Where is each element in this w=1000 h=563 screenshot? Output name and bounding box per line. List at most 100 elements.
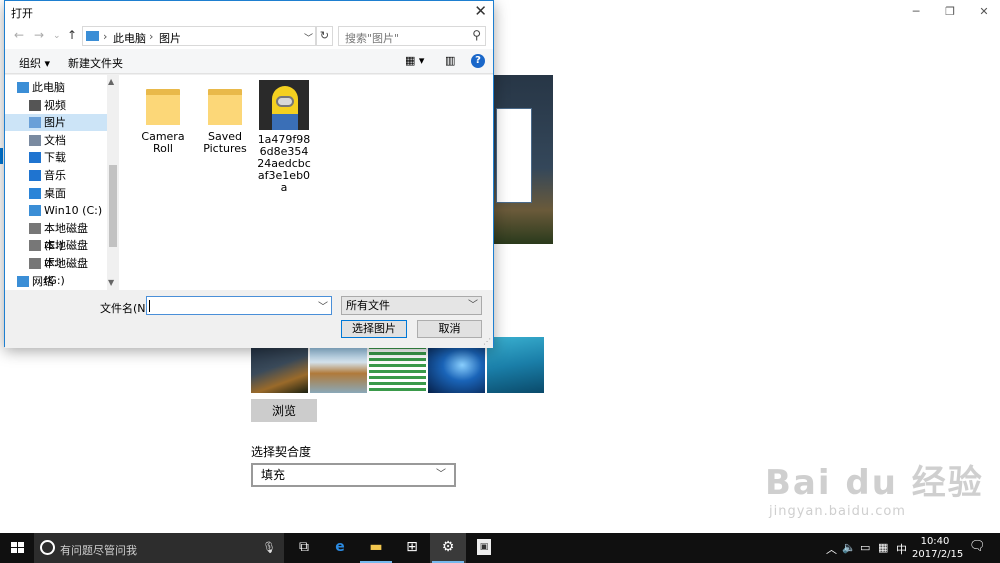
- restore-button[interactable]: ❐: [940, 4, 960, 20]
- taskbar-edge[interactable]: e: [322, 533, 358, 563]
- list-item[interactable]: 1a479f986d8e35424aedcbcaf3e1eb0a: [257, 80, 311, 194]
- network-tray-icon[interactable]: ▦: [878, 541, 888, 554]
- organize-button[interactable]: 组织 ▾: [19, 55, 50, 71]
- dialog-footer: 文件名(N): ﹀ 所有文件 ﹀ 选择图片 取消 ⋰: [5, 290, 493, 348]
- nav-item[interactable]: 本地磁盘 (F:): [5, 237, 107, 269]
- new-folder-button[interactable]: 新建文件夹: [68, 55, 123, 71]
- nav-item[interactable]: 图片: [5, 114, 107, 132]
- browse-button[interactable]: 浏览: [251, 399, 317, 422]
- nav-item[interactable]: 桌面: [5, 185, 107, 202]
- nav-item[interactable]: 此电脑: [5, 79, 107, 96]
- fit-select[interactable]: 填充 ﹀: [251, 463, 456, 487]
- scroll-up-icon[interactable]: ▲: [108, 77, 114, 86]
- battery-icon[interactable]: ▭: [860, 541, 870, 554]
- fit-select-value: 填充: [261, 468, 286, 482]
- filetype-select[interactable]: 所有文件 ﹀: [341, 296, 482, 315]
- fit-label: 选择契合度: [251, 445, 312, 459]
- list-item[interactable]: Saved Pictures: [195, 79, 255, 155]
- chevron-down-icon: ﹀: [436, 469, 446, 480]
- close-icon[interactable]: ✕: [474, 2, 487, 20]
- breadcrumb-sep-icon: ›: [103, 30, 108, 43]
- file-list: Camera Roll Saved Pictures 1a479f986d8e3…: [119, 75, 493, 290]
- nav-scrollbar[interactable]: ▲ ▼: [107, 75, 119, 290]
- preview-pane-icon[interactable]: ▥: [445, 54, 455, 67]
- ime-indicator[interactable]: 中: [896, 541, 907, 557]
- store-icon: ⊞: [406, 539, 418, 555]
- navigation-pane: 此电脑视频图片 文档下载音乐桌面 Win10 (C:) 本地磁盘 (E:) 本地磁盘 (…: [5, 75, 119, 290]
- cancel-button[interactable]: 取消: [417, 320, 482, 338]
- taskbar-search[interactable]: 有问题尽管问我 🎙: [34, 533, 284, 563]
- taskbar: 有问题尽管问我 🎙 ⧉ e ▬ ⊞ ⚙ ▣ ︿ 🔈 ▭ ▦ 中 10:40 20…: [0, 533, 1000, 563]
- video-icon: [29, 99, 41, 111]
- preview-window-frame: [496, 108, 532, 203]
- filename-input[interactable]: ﹀: [146, 296, 332, 315]
- taskbar-settings[interactable]: ⚙: [430, 533, 466, 563]
- file-explorer-icon: ▬: [369, 539, 383, 555]
- back-arrow-icon[interactable]: ←: [14, 28, 24, 42]
- help-icon[interactable]: ?: [471, 54, 485, 68]
- search-icon: ⚲: [472, 28, 481, 42]
- scroll-down-icon[interactable]: ▼: [108, 278, 114, 287]
- breadcrumb-item-pictures[interactable]: 图片: [159, 30, 181, 46]
- chevron-down-icon[interactable]: ﹀: [304, 31, 313, 44]
- wallpaper-thumb-underwater[interactable]: [487, 337, 544, 393]
- taskbar-app[interactable]: ▣: [466, 533, 502, 563]
- pictures-icon: [29, 117, 41, 129]
- taskbar-explorer[interactable]: ▬: [358, 533, 394, 563]
- file-name: 1a479f986d8e35424aedcbcaf3e1eb0a: [257, 133, 311, 194]
- nav-item[interactable]: 本地磁盘 (G:): [5, 255, 107, 287]
- clock[interactable]: 10:40 2017/2/15: [912, 535, 963, 561]
- list-item[interactable]: Camera Roll: [133, 79, 193, 155]
- nav-selection-accent: [0, 148, 3, 164]
- scrollbar-thumb[interactable]: [109, 165, 117, 247]
- nav-item-label: 下载: [44, 151, 66, 165]
- nav-item-label: 视频: [44, 98, 66, 112]
- nav-item-label: 桌面: [44, 186, 66, 200]
- chevron-down-icon: ﹀: [468, 300, 478, 311]
- forward-arrow-icon[interactable]: →: [34, 28, 44, 42]
- tray-expand-icon[interactable]: ︿: [826, 541, 837, 557]
- chevron-down-icon[interactable]: ﹀: [318, 298, 328, 313]
- clock-time: 10:40: [920, 536, 950, 547]
- nav-item[interactable]: 本地磁盘 (E:): [5, 220, 107, 252]
- nav-item[interactable]: 文档: [5, 132, 107, 149]
- minimize-button[interactable]: ─: [906, 4, 926, 20]
- nav-item[interactable]: 网络: [5, 273, 107, 290]
- text-caret: [149, 300, 150, 312]
- nav-item[interactable]: 下载: [5, 149, 107, 166]
- nav-item[interactable]: 视频: [5, 97, 107, 114]
- nav-item[interactable]: Win10 (C:): [5, 202, 107, 219]
- image-thumbnail: [259, 80, 309, 130]
- address-bar[interactable]: › 此电脑 › 图片 ﹀: [82, 26, 316, 46]
- refresh-icon[interactable]: ↻: [316, 26, 333, 46]
- nav-item-label: 网络: [32, 274, 54, 288]
- dialog-toolbar: 组织 ▾ 新建文件夹 ▦ ▾ ▥ ?: [5, 49, 493, 74]
- nav-item-label: Win10 (C:): [44, 204, 103, 218]
- view-options-icon[interactable]: ▦ ▾: [405, 54, 424, 67]
- choose-picture-button[interactable]: 选择图片: [341, 320, 407, 338]
- taskbar-store[interactable]: ⊞: [394, 533, 430, 563]
- volume-icon[interactable]: 🔈: [842, 541, 856, 554]
- address-row: ← → ⌄ ↑ › 此电脑 › 图片 ﹀ ↻ 搜索"图片" ⚲: [5, 23, 493, 49]
- start-button[interactable]: [0, 533, 34, 563]
- task-view-icon: ⧉: [299, 539, 309, 555]
- close-window-button[interactable]: ✕: [974, 4, 994, 20]
- breadcrumb-sep-icon: ›: [149, 30, 154, 43]
- task-view-button[interactable]: ⧉: [286, 533, 322, 563]
- dialog-title: 打开: [11, 7, 33, 20]
- resize-grip-icon[interactable]: ⋰: [483, 337, 491, 346]
- watermark-main: Bai du 经验: [765, 463, 984, 503]
- breadcrumb-item-pc[interactable]: 此电脑: [113, 30, 146, 46]
- notification-icon[interactable]: 🗨: [969, 539, 986, 554]
- nav-item-label: 此电脑: [32, 81, 65, 94]
- folder-icon: [208, 85, 242, 125]
- nav-item[interactable]: 音乐: [5, 167, 107, 184]
- drive-icon: [29, 222, 41, 234]
- up-arrow-icon[interactable]: ↑: [67, 28, 77, 42]
- search-placeholder: 搜索"图片": [345, 32, 400, 45]
- taskbar-search-text: 有问题尽管问我: [60, 544, 137, 557]
- microphone-icon[interactable]: 🎙: [262, 541, 276, 554]
- computer-icon: [86, 31, 99, 41]
- recent-dropdown-icon[interactable]: ⌄: [53, 31, 61, 41]
- search-input[interactable]: 搜索"图片" ⚲: [338, 26, 486, 46]
